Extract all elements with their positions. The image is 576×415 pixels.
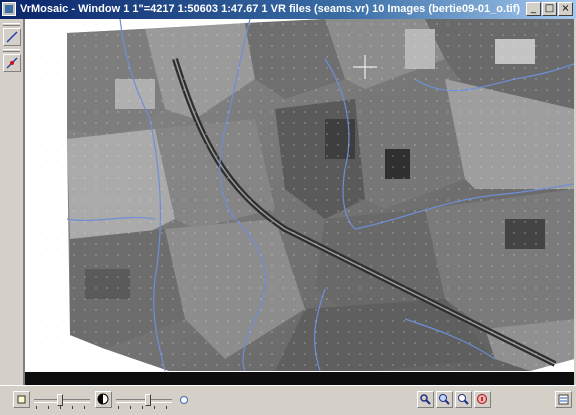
mosaic-viewport[interactable] [24,19,574,385]
window-title: VrMosaic - Window 1 1"=4217 1:50603 1:47… [20,3,520,15]
title-bar[interactable]: VrMosaic - Window 1 1"=4217 1:50603 1:47… [0,0,576,19]
pan-button[interactable] [417,391,434,408]
contrast-circle-icon [97,393,109,405]
info-icon [477,394,487,404]
zoom-fit-button[interactable] [455,391,472,408]
brightness-slider-thumb[interactable] [57,394,63,406]
grid-overlay [25,19,574,372]
brightness-square-icon [17,395,26,404]
draw-line-tool-button[interactable] [3,28,21,46]
minimize-button[interactable]: _ [526,2,541,16]
toolbar-grip[interactable] [3,23,20,26]
left-toolbar [0,19,24,385]
zoom-in-button[interactable] [436,391,453,408]
app-icon[interactable] [2,2,16,16]
toolbar-grip-2[interactable] [3,49,20,52]
maximize-button[interactable]: □ [542,2,557,16]
contrast-slider-track[interactable] [116,399,172,403]
contrast-button[interactable] [95,391,112,408]
red-blue-pen-icon [6,57,18,69]
reset-circle-icon[interactable] [179,395,189,405]
info-button[interactable] [474,391,491,408]
layers-icon [558,394,569,405]
edit-seam-tool-button[interactable] [3,54,21,72]
zoom-in-icon [439,394,450,405]
close-button[interactable]: × [558,2,573,16]
nodata-band [25,372,574,385]
pan-icon [420,394,431,405]
zoom-fit-icon [458,394,469,405]
brightness-button[interactable] [13,391,30,408]
layers-button[interactable] [555,391,572,408]
bottom-toolbar [0,385,576,415]
orthophoto-mosaic[interactable] [25,19,574,385]
contrast-slider-thumb[interactable] [145,394,151,406]
pencil-line-icon [6,31,18,43]
